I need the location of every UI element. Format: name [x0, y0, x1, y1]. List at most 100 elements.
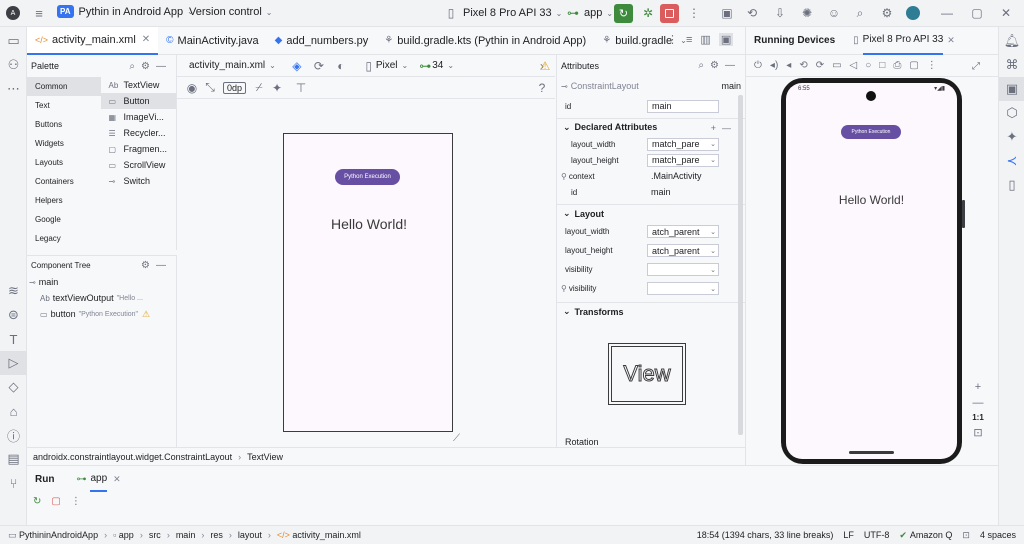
bug-icon[interactable]: ✺	[800, 6, 814, 20]
project-selector[interactable]: PA Pythin in Android App ⌄	[57, 5, 194, 18]
problems-icon[interactable]: ⓘ	[0, 423, 27, 447]
maximize-icon[interactable]: ▢	[970, 6, 984, 20]
gear-icon[interactable]: ⚙	[141, 260, 156, 271]
zoom-fit-icon[interactable]: ⊡	[973, 426, 982, 439]
layout-section-header[interactable]: ⌄ Layout	[557, 204, 745, 222]
breadcrumb-path[interactable]: androidx.constraintlayout.widget.Constra…	[33, 452, 232, 462]
screen-record-icon[interactable]: ▢	[909, 60, 918, 71]
screenshot-icon[interactable]: ⎙	[893, 60, 901, 71]
zoom-in-icon[interactable]: +	[975, 381, 981, 393]
palette-category[interactable]: Text	[27, 96, 101, 115]
attribute-value-field[interactable]: atch_parent ⌄	[647, 244, 719, 257]
layers-icon[interactable]: ≋	[0, 279, 27, 303]
run-config-selector[interactable]: ⊶ app ⌄	[566, 6, 613, 20]
running-devices-icon[interactable]: ▣	[999, 77, 1024, 101]
stop-icon[interactable]: ▢	[51, 496, 60, 507]
palette-category[interactable]: Widgets	[27, 134, 101, 153]
palette-widget[interactable]: ▭ Button	[100, 93, 176, 109]
gemini-icon[interactable]: ✦	[999, 125, 1024, 149]
device-manager-icon[interactable]: ▣	[720, 6, 734, 20]
minimize-icon[interactable]: —	[940, 6, 954, 20]
indent-setting[interactable]: 4 spaces	[980, 530, 1016, 540]
infer-constraints-icon[interactable]: ✦	[270, 81, 284, 95]
gemini-icon[interactable]: ◇	[0, 375, 27, 399]
rotate-right-icon[interactable]: ⟳	[816, 60, 824, 71]
autoconnect-icon[interactable]: ⤡	[203, 80, 217, 95]
tree-node-root[interactable]: ⊸ main	[27, 274, 176, 290]
gradle-tool-icon[interactable]: ⌘	[999, 53, 1024, 77]
tree-node-textview[interactable]: Ab textViewOutput "Hello ...	[27, 290, 176, 306]
terminal-icon[interactable]: ▤	[0, 447, 27, 471]
api-picker[interactable]: ⊶ 34 ⌄	[418, 59, 454, 73]
attribute-value-field[interactable]: main	[647, 99, 719, 113]
add-icon[interactable]: +	[711, 123, 722, 133]
device-explorer-icon[interactable]: ▯	[999, 173, 1024, 197]
gear-icon[interactable]: ⚙	[880, 6, 894, 20]
run-config-tab[interactable]: app	[90, 466, 108, 492]
palette-category[interactable]: Helpers	[27, 191, 101, 210]
main-menu-icon[interactable]: ≡	[32, 6, 46, 21]
resource-manager-icon[interactable]: ⚇	[0, 53, 27, 77]
volume-up-icon[interactable]: ◂)	[770, 60, 778, 71]
transform-preview[interactable]: View	[608, 343, 686, 405]
orientation-icon[interactable]: ⟳	[312, 59, 326, 73]
palette-category[interactable]: Containers	[27, 172, 101, 191]
device-picker[interactable]: ▯ Pixel ⌄	[362, 59, 409, 73]
overview-icon[interactable]: □	[879, 60, 885, 71]
phone-python-button[interactable]: Python Execution	[841, 125, 901, 139]
project-view-icon[interactable]: ▭	[0, 29, 27, 53]
breadcrumb-leaf[interactable]: TextView	[247, 452, 283, 462]
notifications-icon[interactable]: 🔔︎	[999, 29, 1024, 53]
zoom-out-icon[interactable]: —	[973, 397, 984, 409]
remove-icon[interactable]: —	[722, 123, 737, 133]
zoom-actual-size[interactable]: 1:1	[972, 413, 984, 422]
amazon-q-status[interactable]: ✔ Amazon Q	[899, 530, 952, 541]
clear-constraints-icon[interactable]: ⌿	[252, 80, 266, 95]
back-icon[interactable]: ◁	[850, 60, 858, 71]
flutter-icon[interactable]: ≺	[999, 149, 1024, 173]
warning-icon[interactable]: ⚠	[142, 309, 150, 320]
volume-down-icon[interactable]: ◂	[786, 60, 791, 71]
attribute-value-field[interactable]: ⌄	[647, 263, 719, 276]
device-manager-icon[interactable]: ⬡	[999, 101, 1024, 125]
transforms-section-header[interactable]: ⌄ Transforms	[557, 302, 745, 320]
tab-main-activity[interactable]: © MainActivity.java	[158, 27, 266, 55]
file-selector[interactable]: activity_main.xml ⌄	[189, 60, 276, 71]
palette-category[interactable]: Buttons	[27, 115, 101, 134]
guidelines-icon[interactable]: ⊤	[294, 81, 308, 95]
tab-activity-main[interactable]: </> activity_main.xml ✕	[27, 26, 159, 55]
stop-button[interactable]	[660, 4, 679, 23]
split-view-icon[interactable]: ▥	[700, 33, 710, 46]
emulator-screen[interactable]: 6:55 ▾◢▮ Python Execution Hello World!	[786, 83, 957, 459]
preview-hello-text[interactable]: Hello World!	[284, 216, 454, 232]
minimize-icon[interactable]: —	[725, 60, 741, 71]
status-crumb[interactable]: res	[210, 530, 223, 540]
open-window-icon[interactable]: ⤢	[972, 61, 980, 72]
palette-widget[interactable]: ▦ ImageVi...	[101, 109, 177, 125]
palette-widget[interactable]: Ab TextView	[101, 77, 177, 93]
close-icon[interactable]: ✕	[947, 35, 955, 46]
more-actions-icon[interactable]: ⋮	[71, 496, 81, 507]
build-icon[interactable]: T	[0, 327, 27, 351]
status-crumb[interactable]: main	[176, 530, 196, 540]
minimize-icon[interactable]: —	[156, 260, 172, 271]
layout-preview[interactable]: Python Execution Hello World!	[283, 133, 453, 432]
search-icon[interactable]: ⌕	[853, 6, 867, 20]
declared-attributes-header[interactable]: ⌄ Declared Attributes +—	[557, 118, 745, 136]
more-tools-icon[interactable]: ⋯	[0, 77, 27, 101]
layers-icon[interactable]: ◈	[290, 59, 304, 73]
profiler-icon[interactable]: ⌂	[0, 399, 27, 423]
android-studio-logo-icon[interactable]: A	[6, 6, 20, 20]
attribute-value-field[interactable]: main	[647, 186, 719, 199]
attributes-scrollbar[interactable]	[738, 95, 743, 435]
rerun-button[interactable]: ↻	[614, 4, 633, 23]
sync-icon[interactable]: ⟲	[745, 6, 759, 20]
palette-widget[interactable]: ▢ Fragmen...	[101, 141, 177, 157]
more-actions-icon[interactable]: ⋮	[687, 6, 701, 20]
view-options-icon[interactable]: ◉	[185, 81, 199, 95]
palette-category[interactable]: Google	[27, 210, 101, 229]
avatar[interactable]	[906, 6, 920, 20]
night-mode-icon[interactable]: ◐	[334, 59, 348, 73]
close-icon[interactable]: ✕	[113, 474, 121, 485]
vcs-selector[interactable]: Version control ⌄	[189, 6, 272, 18]
